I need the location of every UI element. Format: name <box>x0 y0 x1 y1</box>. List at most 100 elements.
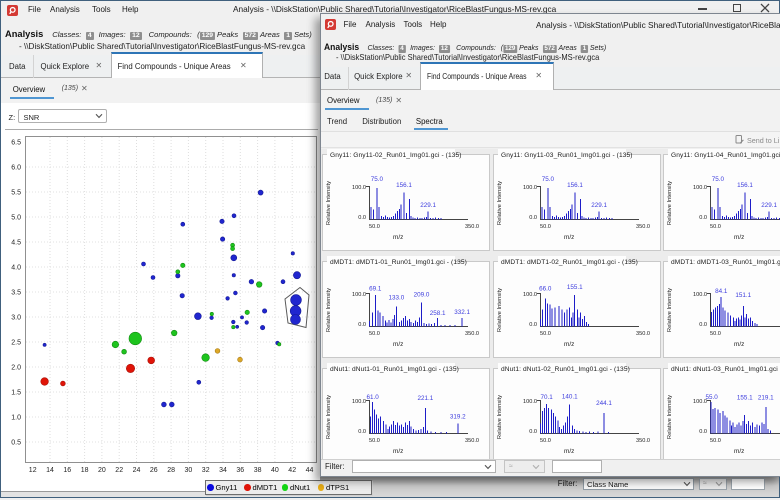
svg-text:30: 30 <box>185 467 193 474</box>
svg-text:209.0: 209.0 <box>414 291 430 298</box>
svg-text:26: 26 <box>150 467 158 474</box>
svg-text:100.0: 100.0 <box>523 399 537 405</box>
svg-text:36: 36 <box>236 467 244 474</box>
svg-text:219.1: 219.1 <box>758 394 774 401</box>
svg-text:0.0: 0.0 <box>529 429 537 435</box>
svg-text:50.0: 50.0 <box>540 224 551 230</box>
svg-text:5.5: 5.5 <box>11 189 21 196</box>
svg-text:75.0: 75.0 <box>712 176 725 183</box>
svg-text:m/z: m/z <box>734 448 744 455</box>
svg-text:6.5: 6.5 <box>11 139 21 146</box>
svg-text:Relative Intensity: Relative Intensity <box>326 180 332 224</box>
svg-text:0.0: 0.0 <box>529 215 537 221</box>
svg-text:350.0: 350.0 <box>465 438 479 444</box>
svg-text:229.1: 229.1 <box>591 202 607 209</box>
svg-text:100.0: 100.0 <box>523 185 537 191</box>
svg-text:0.0: 0.0 <box>529 322 537 328</box>
svg-text:75.0: 75.0 <box>371 176 384 183</box>
svg-text:151.1: 151.1 <box>735 292 751 299</box>
svg-text:350.0: 350.0 <box>465 224 479 230</box>
svg-text:156.1: 156.1 <box>567 181 583 188</box>
svg-text:6.0: 6.0 <box>11 164 21 171</box>
svg-text:0.0: 0.0 <box>358 322 366 328</box>
svg-text:dNut1: dNut1-01_Run01_Img01.gc: dNut1: dNut1-01_Run01_Img01.gci - (135) <box>330 366 459 373</box>
svg-text:dNut1: dNut1-02_Run01_Img01.gc: dNut1: dNut1-02_Run01_Img01.gci - (135) <box>501 366 630 373</box>
svg-text:m/z: m/z <box>734 234 744 241</box>
svg-text:50.0: 50.0 <box>710 224 721 230</box>
svg-text:Gny11: Gny11-04_Run01_Img01.gc: Gny11: Gny11-04_Run01_Img01.gci - (135) <box>671 152 780 159</box>
svg-text:61.0: 61.0 <box>366 394 379 401</box>
svg-text:3.5: 3.5 <box>11 289 21 296</box>
svg-text:Relative Intensity: Relative Intensity <box>497 394 503 438</box>
svg-text:Relative Intensity: Relative Intensity <box>326 287 332 331</box>
svg-text:84.1: 84.1 <box>715 287 728 294</box>
svg-text:Gny11: Gny11-03_Run01_Img01.gc: Gny11: Gny11-03_Run01_Img01.gci - (135) <box>501 152 633 159</box>
svg-text:2.5: 2.5 <box>11 339 21 346</box>
svg-text:22: 22 <box>115 467 123 474</box>
svg-text:42: 42 <box>288 467 296 474</box>
svg-text:50.0: 50.0 <box>369 438 380 444</box>
svg-text:100.0: 100.0 <box>352 399 366 405</box>
svg-text:dMDT1: dMDT1-01_Run01_Img01.gc: dMDT1: dMDT1-01_Run01_Img01.gci - (135) <box>330 259 467 266</box>
svg-text:12: 12 <box>29 467 37 474</box>
svg-text:dMDT1: dMDT1-03_Run01_Img01.gc: dMDT1: dMDT1-03_Run01_Img01.gci - (135) <box>671 259 780 266</box>
svg-text:155.1: 155.1 <box>737 394 753 401</box>
svg-text:156.1: 156.1 <box>396 181 412 188</box>
svg-text:m/z: m/z <box>564 341 574 348</box>
svg-text:100.0: 100.0 <box>352 292 366 298</box>
svg-text:0.0: 0.0 <box>358 215 366 221</box>
svg-text:50.0: 50.0 <box>540 331 551 337</box>
svg-text:319.2: 319.2 <box>450 413 466 420</box>
svg-text:155.1: 155.1 <box>566 284 582 291</box>
svg-text:50.0: 50.0 <box>540 438 551 444</box>
svg-text:44: 44 <box>306 467 314 474</box>
svg-text:50.0: 50.0 <box>369 224 380 230</box>
svg-text:0.0: 0.0 <box>699 429 707 435</box>
svg-text:350.0: 350.0 <box>636 224 650 230</box>
svg-text:100.0: 100.0 <box>352 185 366 191</box>
svg-text:0.0: 0.0 <box>699 215 707 221</box>
svg-text:32: 32 <box>202 467 210 474</box>
svg-text:350.0: 350.0 <box>465 331 479 337</box>
svg-text:140.1: 140.1 <box>561 393 577 400</box>
svg-text:Relative Intensity: Relative Intensity <box>667 180 673 224</box>
svg-text:156.1: 156.1 <box>737 181 753 188</box>
svg-text:244.1: 244.1 <box>596 400 612 407</box>
svg-text:Relative Intensity: Relative Intensity <box>326 394 332 438</box>
svg-text:66.0: 66.0 <box>539 285 552 292</box>
svg-text:16: 16 <box>63 467 71 474</box>
svg-text:dMDT1: dMDT1-02_Run01_Img01.gc: dMDT1: dMDT1-02_Run01_Img01.gci - (135) <box>501 259 638 266</box>
svg-text:0.5: 0.5 <box>11 439 21 446</box>
svg-text:18: 18 <box>81 467 89 474</box>
svg-text:0.0: 0.0 <box>699 322 707 328</box>
svg-text:24: 24 <box>133 467 141 474</box>
svg-text:1.5: 1.5 <box>11 389 21 396</box>
svg-text:40: 40 <box>271 467 279 474</box>
svg-text:350.0: 350.0 <box>636 331 650 337</box>
svg-text:100.0: 100.0 <box>693 292 707 298</box>
svg-text:229.1: 229.1 <box>761 202 777 209</box>
svg-text:14: 14 <box>46 467 54 474</box>
svg-text:Relative Intensity: Relative Intensity <box>667 394 673 438</box>
svg-text:50.0: 50.0 <box>369 331 380 337</box>
svg-text:Relative Intensity: Relative Intensity <box>497 180 503 224</box>
svg-text:4.0: 4.0 <box>11 264 21 271</box>
svg-text:20: 20 <box>98 467 106 474</box>
svg-text:50.0: 50.0 <box>710 331 721 337</box>
svg-text:350.0: 350.0 <box>636 438 650 444</box>
svg-text:m/z: m/z <box>393 341 403 348</box>
svg-text:100.0: 100.0 <box>523 292 537 298</box>
svg-text:Relative Intensity: Relative Intensity <box>667 287 673 331</box>
svg-text:38: 38 <box>254 467 262 474</box>
svg-text:m/z: m/z <box>564 448 574 455</box>
svg-text:28: 28 <box>167 467 175 474</box>
svg-text:258.1: 258.1 <box>430 310 446 317</box>
svg-text:Gny11: Gny11-02_Run01_Img01.gc: Gny11: Gny11-02_Run01_Img01.gci - (135) <box>330 152 462 159</box>
svg-text:69.1: 69.1 <box>369 285 382 292</box>
svg-text:4.5: 4.5 <box>11 239 21 246</box>
svg-text:133.0: 133.0 <box>389 294 405 301</box>
svg-text:1.0: 1.0 <box>11 414 21 421</box>
svg-text:dNut1: dNut1-03_Run01_Img01.gc: dNut1: dNut1-03_Run01_Img01.gci - (135) <box>671 366 780 373</box>
svg-text:m/z: m/z <box>564 234 574 241</box>
svg-text:m/z: m/z <box>393 448 403 455</box>
